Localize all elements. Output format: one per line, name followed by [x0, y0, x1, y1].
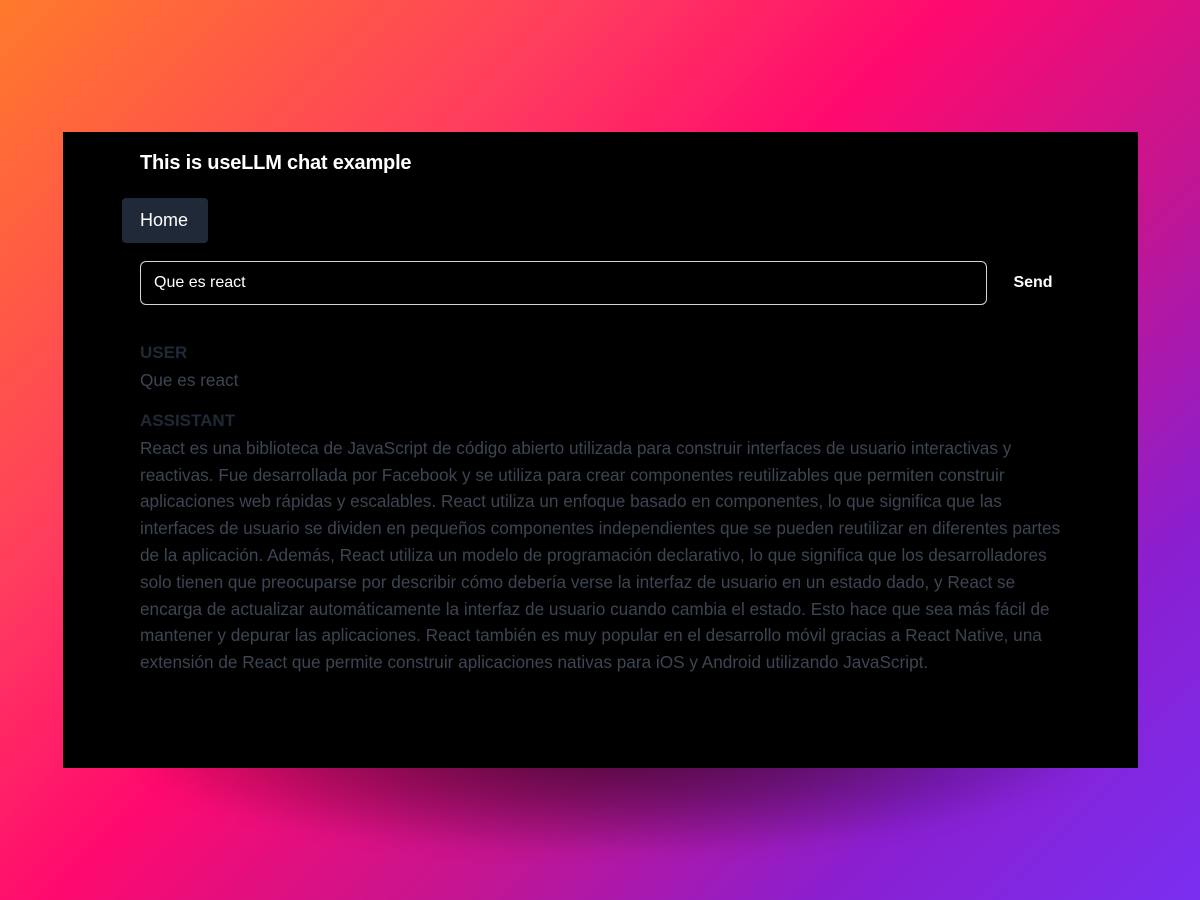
nav-home-link[interactable]: Home	[122, 198, 208, 243]
message-user: USER Que es react	[140, 343, 1070, 394]
send-button[interactable]: Send	[1001, 261, 1065, 305]
message-list: USER Que es react ASSISTANT React es una…	[140, 343, 1070, 693]
message-role: USER	[140, 343, 188, 362]
chat-input[interactable]	[140, 261, 987, 305]
message-content: React es una biblioteca de JavaScript de…	[140, 437, 1061, 673]
page-title: This is useLLM chat example	[140, 152, 412, 174]
message-assistant: ASSISTANT React es una biblioteca de Jav…	[140, 411, 1070, 676]
app-window: This is useLLM chat example Home Send US…	[63, 132, 1138, 768]
message-role: ASSISTANT	[140, 410, 236, 430]
message-content: Que es react	[140, 370, 239, 390]
